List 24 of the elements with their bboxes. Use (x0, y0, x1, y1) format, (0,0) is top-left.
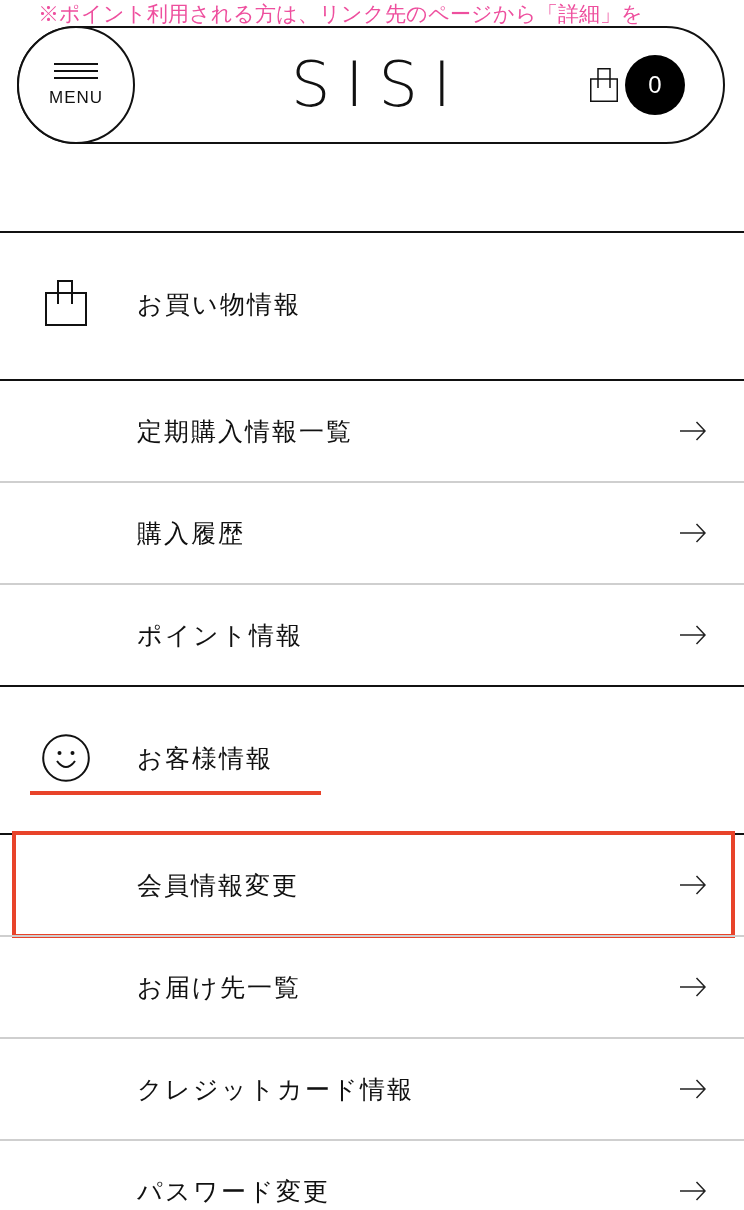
logo[interactable]: SISI (276, 47, 466, 123)
arrow-right-icon (680, 875, 706, 895)
menu-link[interactable]: 購入履歴 (0, 481, 744, 583)
smiley-face-icon (42, 734, 90, 782)
menu-link[interactable]: パスワード変更 (0, 1139, 744, 1210)
menu-link[interactable]: クレジットカード情報 (0, 1037, 744, 1139)
arrow-right-icon (680, 523, 706, 543)
menu-link[interactable]: 会員情報変更 (0, 835, 744, 935)
menu-icon (54, 63, 98, 79)
cart-count-badge: 0 (625, 55, 685, 115)
arrow-right-icon (680, 625, 706, 645)
shopping-bag-icon (45, 280, 87, 326)
section-title: お客様情報 (137, 743, 273, 774)
arrow-right-icon (680, 1079, 706, 1099)
menu-link[interactable]: 定期購入情報一覧 (0, 381, 744, 481)
shopping-bag-icon[interactable] (590, 68, 618, 102)
notice-text: ※ポイント利用される方は、リンク先のページから「詳細」を (37, 1, 644, 26)
menu-link[interactable]: ポイント情報 (0, 583, 744, 685)
arrow-right-icon (680, 977, 706, 997)
section-title: お買い物情報 (137, 289, 301, 320)
arrow-right-icon (680, 421, 706, 441)
arrow-right-icon (680, 1181, 706, 1201)
menu-link[interactable]: お届け先一覧 (0, 935, 744, 1037)
menu-button[interactable]: MENU (17, 26, 135, 144)
